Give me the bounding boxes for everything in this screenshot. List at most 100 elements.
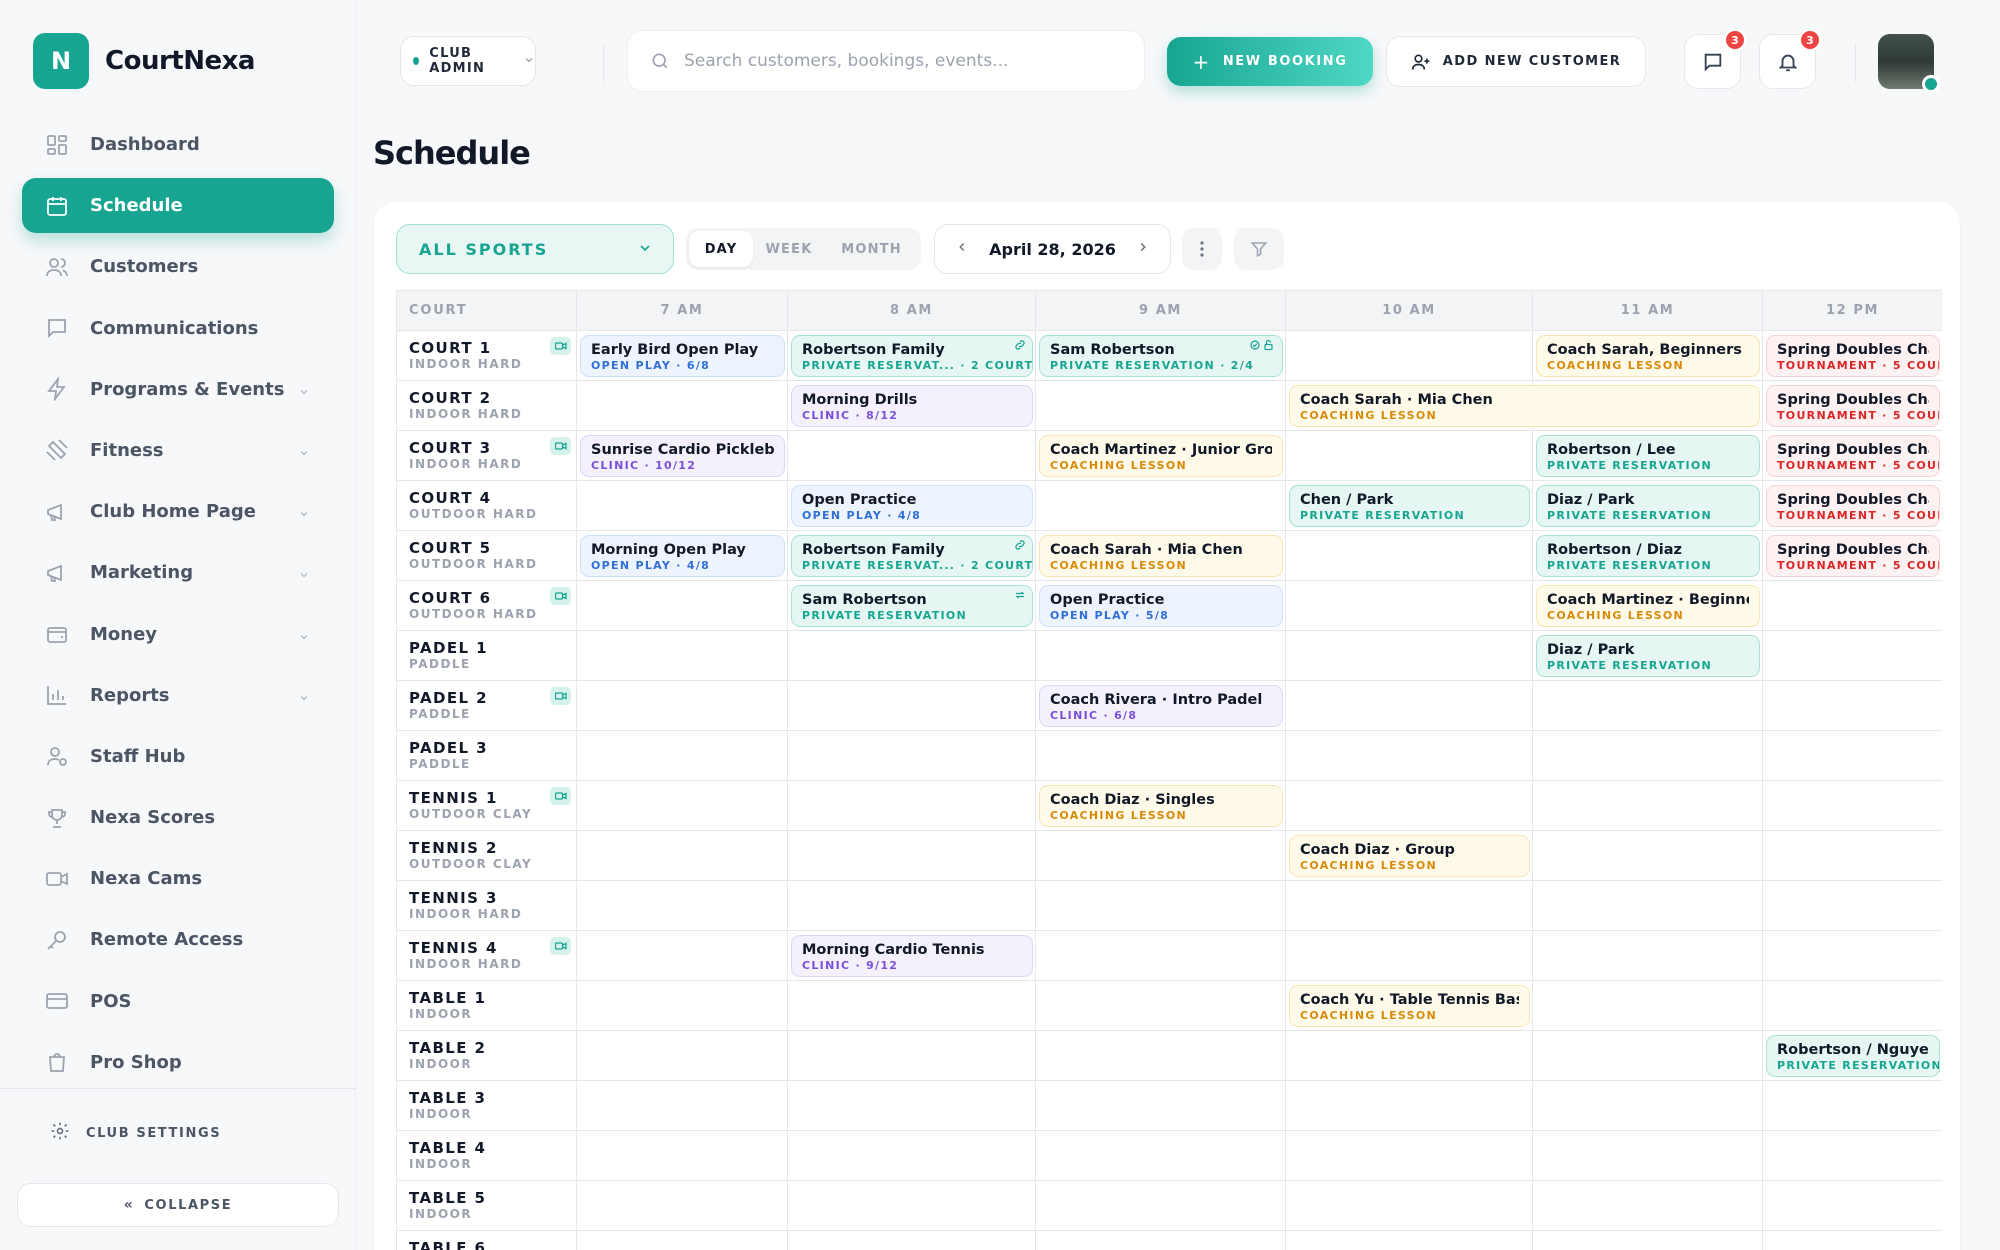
- booking-block[interactable]: Spring Doubles ChampTOURNAMENT · 5 COURT: [1766, 485, 1940, 527]
- time-slot[interactable]: [1533, 1031, 1763, 1081]
- time-slot[interactable]: [1286, 681, 1533, 731]
- camera-icon[interactable]: [550, 587, 571, 605]
- sidebar-item-dashboard[interactable]: Dashboard: [22, 117, 334, 172]
- time-slot[interactable]: [1036, 631, 1286, 681]
- time-slot[interactable]: [1533, 931, 1763, 981]
- time-slot[interactable]: [577, 831, 788, 881]
- time-slot[interactable]: [1036, 881, 1286, 931]
- booking-block[interactable]: Spring Doubles ChampTOURNAMENT · 5 COURT: [1766, 435, 1940, 477]
- sidebar-item-money[interactable]: Money: [22, 607, 334, 662]
- sidebar-item-pos[interactable]: POS: [22, 974, 334, 1029]
- court-label-cell[interactable]: TABLE 6: [397, 1231, 577, 1250]
- time-slot[interactable]: [1763, 931, 1942, 981]
- sidebar-item-customers[interactable]: Customers: [22, 239, 334, 294]
- time-slot[interactable]: [1286, 931, 1533, 981]
- current-date[interactable]: April 28, 2026: [989, 240, 1116, 259]
- time-slot[interactable]: [1286, 1131, 1533, 1181]
- time-slot[interactable]: [1036, 481, 1286, 531]
- search-box[interactable]: [627, 30, 1145, 92]
- time-slot[interactable]: [1533, 981, 1763, 1031]
- court-label-cell[interactable]: TENNIS 1 OUTDOOR CLAY: [397, 781, 577, 831]
- avatar[interactable]: [1878, 34, 1940, 93]
- booking-block[interactable]: Robertson Family PRIVATE RESERVAT... · 2 …: [791, 335, 1033, 377]
- time-slot[interactable]: [1763, 731, 1942, 781]
- camera-icon[interactable]: [550, 337, 571, 355]
- time-slot[interactable]: [1036, 831, 1286, 881]
- time-slot[interactable]: [788, 1231, 1036, 1250]
- time-slot[interactable]: [1286, 531, 1533, 581]
- time-slot[interactable]: [1533, 881, 1763, 931]
- sidebar-item-remote-access[interactable]: Remote Access: [22, 912, 334, 967]
- time-slot[interactable]: [1533, 731, 1763, 781]
- club-settings-link[interactable]: CLUB SETTINGS: [50, 1121, 221, 1145]
- booking-block[interactable]: Open Practice OPEN PLAY · 5/8: [1039, 585, 1283, 627]
- time-slot[interactable]: [1763, 1081, 1942, 1131]
- filter-button[interactable]: [1234, 228, 1284, 270]
- camera-icon[interactable]: [550, 937, 571, 955]
- view-tab-day[interactable]: DAY: [689, 231, 753, 267]
- time-slot[interactable]: [1286, 781, 1533, 831]
- court-label-cell[interactable]: TABLE 2 INDOOR: [397, 1031, 577, 1081]
- time-slot[interactable]: [1036, 1131, 1286, 1181]
- booking-block[interactable]: Open Practice OPEN PLAY · 4/8: [791, 485, 1033, 527]
- court-label-cell[interactable]: COURT 1 INDOOR HARD: [397, 331, 577, 381]
- booking-block[interactable]: Coach Rivera · Intro Padel CLINIC · 6/8: [1039, 685, 1283, 727]
- logo[interactable]: N CourtNexa: [33, 33, 255, 89]
- time-slot[interactable]: [788, 1181, 1036, 1231]
- time-slot[interactable]: [1036, 731, 1286, 781]
- booking-block[interactable]: Coach Sarah · Mia Chen COACHING LESSON: [1039, 535, 1283, 577]
- time-slot[interactable]: [1286, 1231, 1533, 1250]
- time-slot[interactable]: [1533, 831, 1763, 881]
- sidebar-item-marketing[interactable]: Marketing: [22, 545, 334, 600]
- camera-icon[interactable]: [550, 787, 571, 805]
- booking-block[interactable]: Spring Doubles ChampTOURNAMENT · 5 COURT: [1766, 385, 1940, 427]
- booking-block[interactable]: Diaz / Park PRIVATE RESERVATION: [1536, 635, 1760, 677]
- time-slot[interactable]: [577, 1031, 788, 1081]
- time-slot[interactable]: [1763, 1231, 1942, 1250]
- court-label-cell[interactable]: PADEL 3 PADDLE: [397, 731, 577, 781]
- camera-icon[interactable]: [550, 437, 571, 455]
- time-slot[interactable]: [577, 381, 788, 431]
- court-label-cell[interactable]: COURT 3 INDOOR HARD: [397, 431, 577, 481]
- court-label-cell[interactable]: PADEL 1 PADDLE: [397, 631, 577, 681]
- booking-block[interactable]: Coach Martinez · Beginners COACHING LESSO…: [1536, 585, 1760, 627]
- search-input[interactable]: [684, 51, 1104, 71]
- time-slot[interactable]: [788, 631, 1036, 681]
- time-slot[interactable]: [788, 731, 1036, 781]
- new-booking-button[interactable]: + NEW BOOKING: [1167, 37, 1373, 86]
- time-slot[interactable]: [788, 881, 1036, 931]
- time-slot[interactable]: [577, 1131, 788, 1181]
- booking-block[interactable]: Coach Sarah, Beginners COACHING LESSON: [1536, 335, 1760, 377]
- time-slot[interactable]: [577, 1081, 788, 1131]
- court-label-cell[interactable]: TABLE 5 INDOOR: [397, 1181, 577, 1231]
- time-slot[interactable]: [1763, 831, 1942, 881]
- booking-block[interactable]: Robertson / Lee PRIVATE RESERVATION: [1536, 435, 1760, 477]
- prev-day-button[interactable]: [955, 240, 969, 258]
- time-slot[interactable]: [577, 781, 788, 831]
- time-slot[interactable]: [1036, 1231, 1286, 1250]
- time-slot[interactable]: [1763, 881, 1942, 931]
- time-slot[interactable]: [788, 681, 1036, 731]
- sidebar-item-staff-hub[interactable]: Staff Hub: [22, 729, 334, 784]
- time-slot[interactable]: [1286, 331, 1533, 381]
- time-slot[interactable]: [1763, 681, 1942, 731]
- time-slot[interactable]: [577, 1231, 788, 1250]
- time-slot[interactable]: [1533, 781, 1763, 831]
- time-slot[interactable]: [788, 981, 1036, 1031]
- booking-block[interactable]: Coach Yu · Table Tennis BasicsCOACHING L…: [1289, 985, 1530, 1027]
- time-slot[interactable]: [1286, 731, 1533, 781]
- time-slot[interactable]: [1036, 1031, 1286, 1081]
- sidebar-item-club-home-page[interactable]: Club Home Page: [22, 484, 334, 539]
- booking-block[interactable]: Morning Open Play OPEN PLAY · 4/8: [580, 535, 785, 577]
- time-slot[interactable]: [1286, 881, 1533, 931]
- time-slot[interactable]: [1286, 581, 1533, 631]
- time-slot[interactable]: [788, 781, 1036, 831]
- sidebar-item-pro-shop[interactable]: Pro Shop: [22, 1035, 334, 1090]
- booking-block[interactable]: Sam Robertson PRIVATE RESERVATION · 2/4: [1039, 335, 1283, 377]
- time-slot[interactable]: [1286, 1081, 1533, 1131]
- booking-block[interactable]: Spring Doubles ChampTOURNAMENT · 5 COURT: [1766, 335, 1940, 377]
- role-selector[interactable]: CLUB ADMIN: [400, 36, 536, 86]
- next-day-button[interactable]: [1136, 240, 1150, 258]
- time-slot[interactable]: [1286, 1181, 1533, 1231]
- notifications-button[interactable]: 3: [1759, 29, 1821, 89]
